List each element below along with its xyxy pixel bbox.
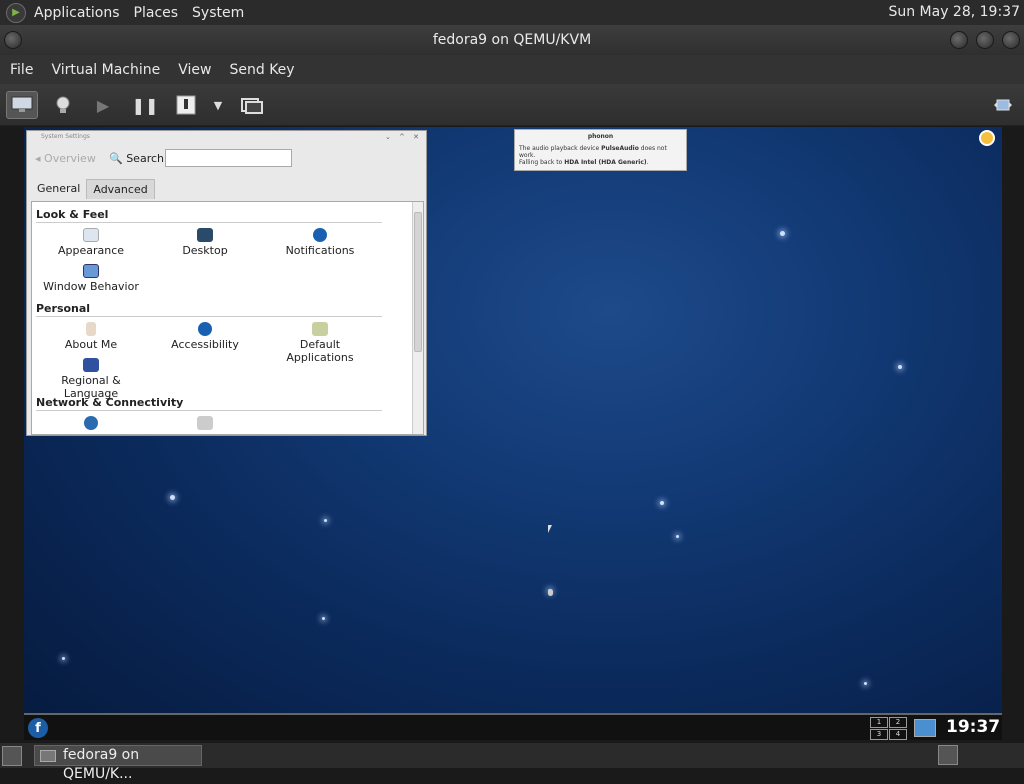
item-regional-language[interactable]: Regional & Language <box>36 358 146 400</box>
settings-toolbar: ◂ Overview 🔍 Search: <box>27 142 426 176</box>
globe-icon <box>84 416 98 430</box>
default-applications-icon <box>312 322 328 336</box>
item-window-behavior[interactable]: Window Behavior <box>36 264 146 293</box>
toolbar: ▶ ❚❚ ▼ <box>0 84 1024 126</box>
taskbar-item-fedora9[interactable]: fedora9 on QEMU/K... <box>34 745 202 782</box>
settings-titlebar[interactable]: System Settings ⌄ ^ ✕ <box>27 131 426 142</box>
workspace-pager[interactable]: 1 2 3 4 <box>870 717 907 740</box>
settings-title: System Settings <box>41 133 90 140</box>
notification-title: phonon <box>587 133 614 140</box>
top-clock[interactable]: Sun May 28, 19:37 <box>888 4 1020 20</box>
window-titlebar[interactable]: fedora9 on QEMU/KVM <box>0 25 1024 55</box>
details-icon[interactable] <box>50 93 76 117</box>
menubar: File Virtual Machine View Send Key <box>0 55 1024 84</box>
appearance-icon <box>83 228 99 242</box>
menu-send-key[interactable]: Send Key <box>229 62 294 78</box>
gnome-foot-icon[interactable]: ▶ <box>6 2 26 23</box>
item-notifications[interactable]: Notifications <box>265 228 375 257</box>
vm-display[interactable]: phonon The audio playback device PulseAu… <box>24 127 1002 740</box>
item-accessibility[interactable]: Accessibility <box>150 322 260 351</box>
workspace-2[interactable]: 2 <box>889 717 907 728</box>
settings-content: Look & Feel Appearance Desktop Notificat… <box>31 201 424 435</box>
menu-virtual-machine[interactable]: Virtual Machine <box>51 62 160 78</box>
maximize-button[interactable] <box>976 31 994 49</box>
show-desktop-button[interactable] <box>2 746 22 766</box>
bottom-panel: fedora9 on QEMU/K... <box>0 743 1024 782</box>
section-personal: Personal <box>36 302 91 315</box>
workspace-1[interactable]: 1 <box>870 717 888 728</box>
guest-clock[interactable]: 19:37 <box>946 717 1000 737</box>
window-title: fedora9 on QEMU/KVM <box>432 32 592 48</box>
menu-file[interactable]: File <box>10 62 33 78</box>
notifications-icon <box>313 228 327 242</box>
item-about-me[interactable]: About Me <box>36 322 146 351</box>
notification-text: The audio playback device PulseAudio doe… <box>519 145 667 166</box>
window-menu-icon[interactable] <box>4 31 22 49</box>
item-default-applications[interactable]: Default Applications <box>265 322 375 364</box>
menu-applications[interactable]: Applications <box>34 5 120 21</box>
kde-tray-icon[interactable] <box>979 130 995 146</box>
shutdown-dropdown-icon[interactable]: ▼ <box>205 93 231 117</box>
overview-button[interactable]: ◂ Overview <box>35 152 96 165</box>
item-appearance[interactable]: Appearance <box>36 228 146 257</box>
accessibility-icon <box>198 322 212 336</box>
window-behavior-icon <box>83 264 99 278</box>
busy-cursor-icon <box>548 589 553 596</box>
menu-view[interactable]: View <box>178 62 211 78</box>
trash-icon[interactable] <box>938 745 958 765</box>
search-input[interactable] <box>165 149 292 167</box>
pause-icon[interactable]: ❚❚ <box>132 93 159 117</box>
menu-system[interactable]: System <box>192 5 244 21</box>
settings-scrollbar[interactable] <box>412 202 423 434</box>
top-panel: ▶ Applications Places System Sun May 28,… <box>0 0 1024 25</box>
item-network-1[interactable] <box>36 416 146 432</box>
close-button[interactable] <box>1002 31 1020 49</box>
workspace-3[interactable]: 3 <box>870 729 888 740</box>
tab-general[interactable]: General <box>31 179 86 199</box>
fedora-menu-icon[interactable]: f <box>28 718 48 738</box>
minimize-button[interactable] <box>950 31 968 49</box>
phonon-notification[interactable]: phonon The audio playback device PulseAu… <box>514 129 687 171</box>
search-label: 🔍 Search: <box>109 152 168 165</box>
vm-window-icon <box>40 750 56 762</box>
regional-language-icon <box>83 358 99 372</box>
section-network: Network & Connectivity <box>36 396 184 409</box>
console-icon[interactable] <box>6 91 38 119</box>
scrollbar-thumb[interactable] <box>414 212 422 352</box>
network-device-icon <box>197 416 213 430</box>
desktop-icon <box>197 228 213 242</box>
workspace-4[interactable]: 4 <box>889 729 907 740</box>
section-look-feel: Look & Feel <box>36 208 109 221</box>
mouse-cursor-icon <box>548 525 552 533</box>
run-icon[interactable]: ▶ <box>90 93 116 117</box>
guest-panel: f 1 2 3 4 19:37 <box>24 713 1002 740</box>
shutdown-icon[interactable] <box>173 93 199 117</box>
snapshot-icon[interactable] <box>239 93 265 117</box>
menu-places[interactable]: Places <box>134 5 179 21</box>
system-settings-window[interactable]: System Settings ⌄ ^ ✕ ◂ Overview 🔍 Searc… <box>26 130 427 436</box>
about-me-icon <box>86 322 96 336</box>
settings-tabs: General Advanced <box>31 179 155 199</box>
item-network-2[interactable] <box>150 416 260 432</box>
show-desktop-icon[interactable] <box>914 719 936 737</box>
item-desktop[interactable]: Desktop <box>150 228 260 257</box>
fullscreen-icon[interactable] <box>990 93 1016 117</box>
tab-advanced[interactable]: Advanced <box>86 179 155 199</box>
